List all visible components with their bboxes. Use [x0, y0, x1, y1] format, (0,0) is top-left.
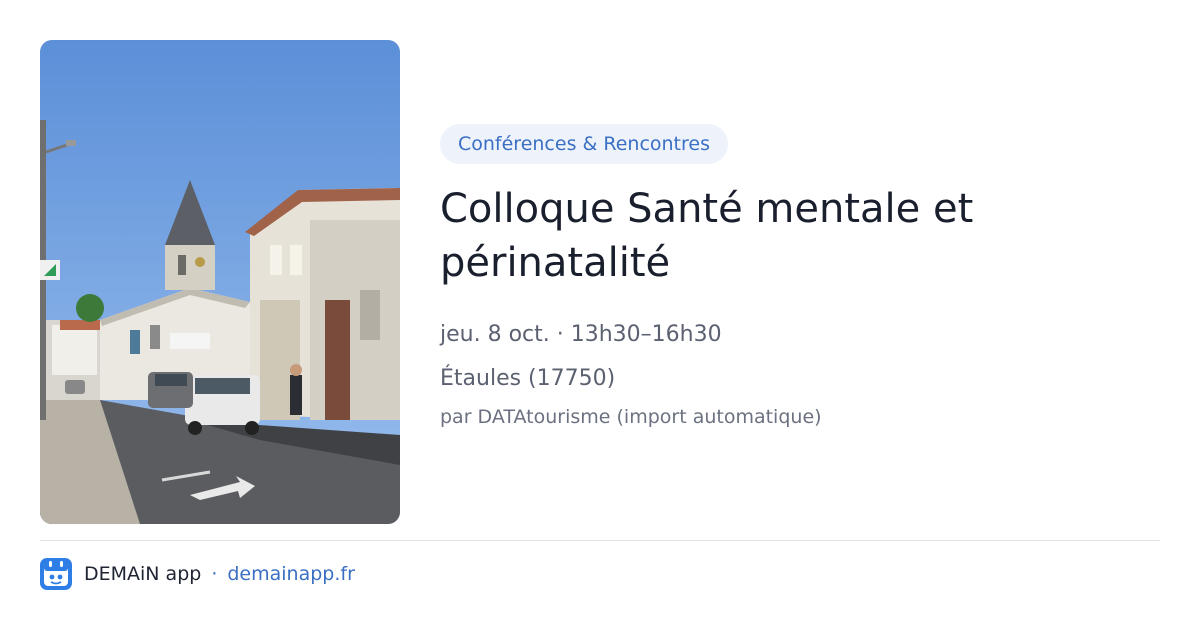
demain-app-icon [40, 558, 72, 590]
footer-separator: · [211, 563, 218, 585]
event-location: Étaules (17750) [440, 366, 616, 391]
footer-divider [40, 540, 1160, 541]
app-name: DEMAiN app [84, 563, 202, 585]
category-badge[interactable]: Conférences & Rencontres [440, 124, 728, 164]
event-source: par DATAtourisme (import automatique) [440, 406, 822, 428]
street-scene-image [40, 40, 400, 524]
event-photo [40, 40, 400, 524]
footer: DEMAiN app · demainapp.fr [40, 558, 355, 590]
event-info: Conférences & Rencontres Colloque Santé … [440, 124, 1160, 428]
app-website-link[interactable]: demainapp.fr [227, 563, 355, 585]
event-title: Colloque Santé mentale et périnatalité [440, 186, 974, 286]
event-datetime: jeu. 8 oct. · 13h30–16h30 [440, 322, 722, 347]
